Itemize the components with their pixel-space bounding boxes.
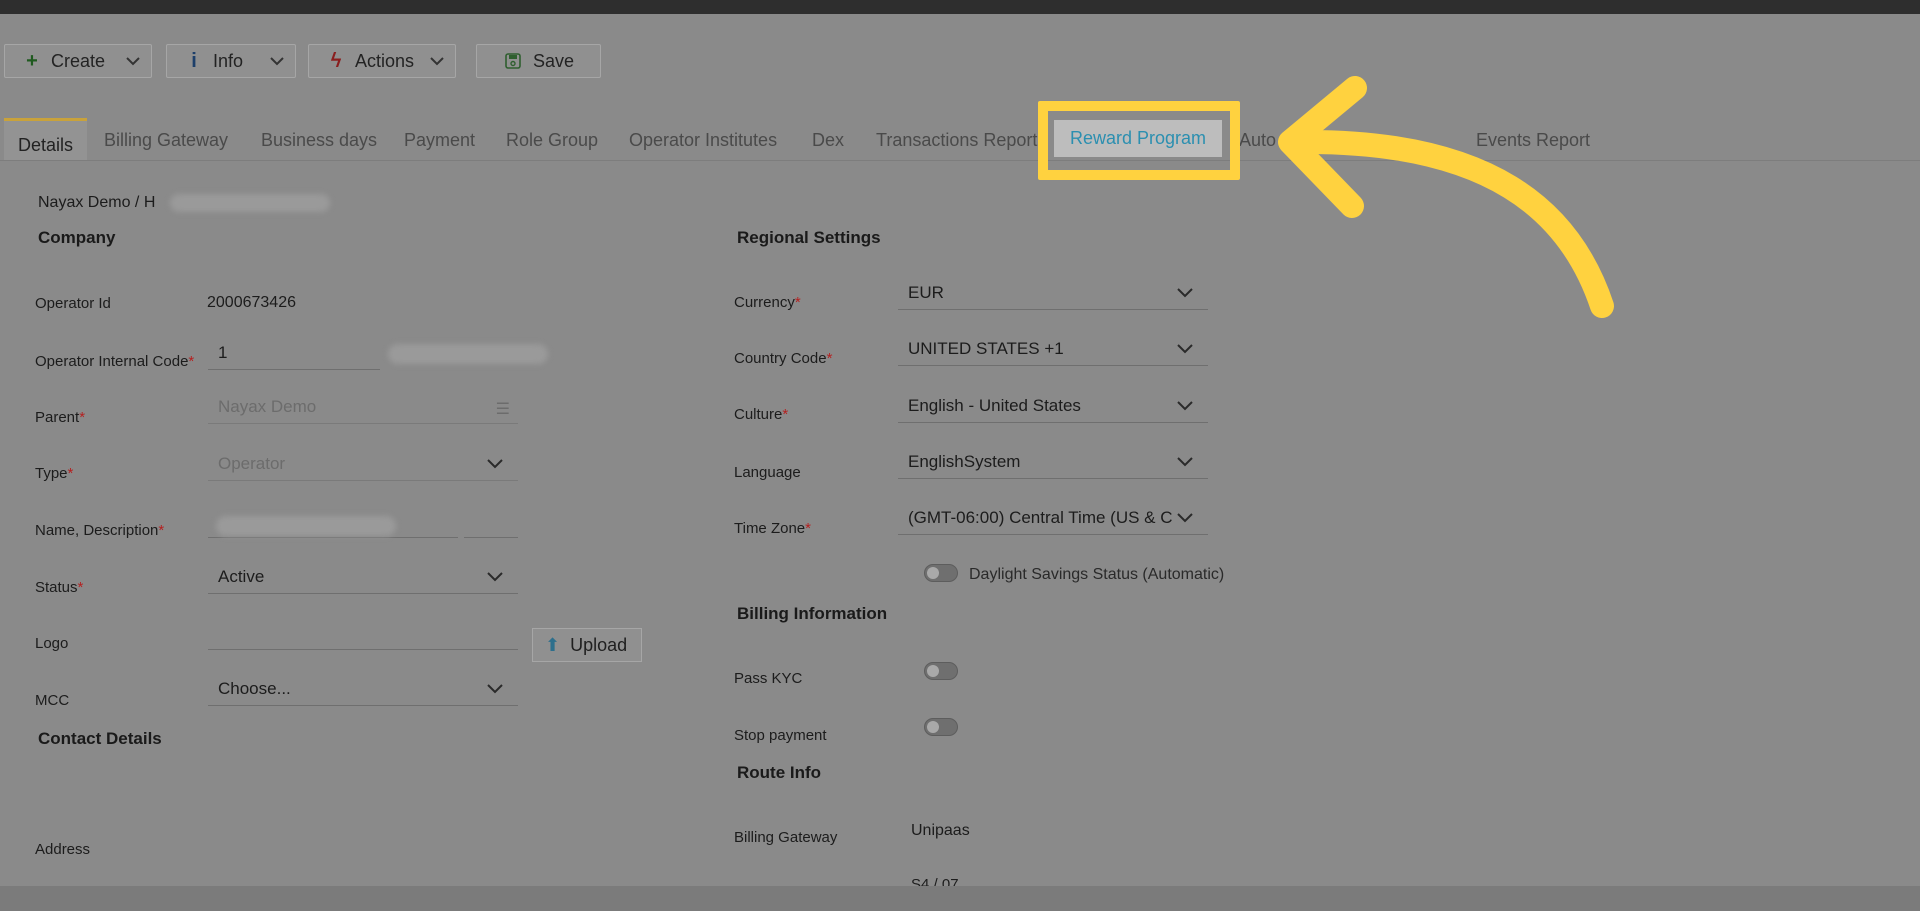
internal-code-input[interactable]: 1 (208, 340, 380, 370)
actions-label: Actions (355, 50, 415, 71)
daylight-savings-toggle[interactable] (924, 564, 958, 582)
pointer-arrow-icon (1278, 76, 1614, 318)
blurred-text (388, 344, 548, 364)
chevron-down-icon (430, 57, 444, 66)
upload-button[interactable]: ⬆ Upload (532, 628, 642, 662)
chevron-down-icon (270, 57, 284, 66)
create-label: Create (51, 50, 106, 71)
tab-bar: Details Billing Gateway Business days Pa… (0, 118, 1920, 161)
status-select[interactable]: Active (208, 564, 518, 594)
type-select[interactable]: Operator (208, 451, 518, 481)
description-input[interactable] (464, 508, 518, 538)
chevron-down-icon (1177, 457, 1193, 467)
regional-settings-title: Regional Settings (737, 228, 881, 247)
chevron-down-icon (1177, 344, 1193, 354)
country-code-select[interactable]: UNITED STATES +1 (898, 336, 1208, 366)
daylight-savings-label: Daylight Savings Status (Automatic) (969, 566, 1225, 583)
logo-label: Logo (35, 635, 69, 652)
chevron-down-icon (1177, 513, 1193, 523)
tab-details[interactable]: Details (4, 118, 88, 160)
time-zone-select[interactable]: (GMT-06:00) Central Time (US & C (898, 505, 1208, 535)
culture-label: Culture* (734, 406, 789, 423)
plus-icon: + (26, 49, 38, 72)
company-title: Company (38, 228, 116, 247)
parent-input[interactable]: Nayax Demo ☰ (208, 394, 518, 424)
parent-label: Parent* (35, 409, 86, 426)
mcc-label: MCC (35, 692, 70, 709)
tab-business-days[interactable]: Business days (261, 130, 377, 151)
blurred-text (216, 516, 396, 536)
info-icon: i (191, 49, 197, 72)
info-button[interactable]: i Info (166, 44, 296, 78)
lightning-icon: ϟ (330, 49, 342, 72)
chevron-down-icon (487, 459, 503, 469)
partial-value: S4 / 07 (911, 876, 959, 886)
chevron-down-icon (1177, 401, 1193, 411)
address-label: Address (35, 841, 91, 858)
currency-label: Currency* (734, 294, 801, 311)
chevron-down-icon (487, 572, 503, 582)
language-label: Language (734, 464, 801, 481)
operator-id-label: Operator Id (35, 295, 111, 312)
mcc-select[interactable]: Choose... (208, 676, 518, 706)
actions-button[interactable]: ϟ Actions (308, 44, 456, 78)
time-zone-label: Time Zone* (734, 520, 811, 537)
chevron-down-icon (487, 684, 503, 694)
currency-select[interactable]: EUR (898, 280, 1208, 310)
info-label: Info (213, 50, 244, 71)
status-label: Status* (35, 579, 84, 596)
tab-operator-institutes[interactable]: Operator Institutes (629, 130, 777, 151)
footer-strip (0, 886, 1920, 911)
save-icon (505, 53, 521, 69)
type-label: Type* (35, 465, 74, 482)
blurred-text (170, 194, 330, 212)
top-bar (0, 0, 1920, 14)
breadcrumb: Nayax Demo / H (38, 194, 156, 211)
culture-select[interactable]: English - United States (898, 393, 1208, 423)
stop-payment-label: Stop payment (734, 727, 827, 744)
tab-transactions-report[interactable]: Transactions Report (876, 130, 1037, 151)
internal-code-label: Operator Internal Code* (35, 353, 195, 370)
pass-kyc-label: Pass KYC (734, 670, 803, 687)
operator-id-value: 2000673426 (207, 294, 296, 311)
chevron-down-icon (126, 57, 140, 66)
upload-icon: ⬆ (545, 634, 561, 655)
upload-label: Upload (570, 634, 628, 655)
billing-gateway-label: Billing Gateway (734, 829, 838, 846)
country-code-label: Country Code* (734, 350, 833, 367)
pass-kyc-toggle[interactable] (924, 662, 958, 680)
billing-information-title: Billing Information (737, 604, 888, 623)
chevron-down-icon (1177, 288, 1193, 298)
save-label: Save (533, 50, 575, 71)
create-button[interactable]: + Create (4, 44, 152, 78)
save-button[interactable]: Save (476, 44, 601, 78)
tab-payment[interactable]: Payment (404, 130, 475, 151)
logo-input[interactable] (208, 620, 518, 650)
highlight-frame (1038, 101, 1240, 180)
tab-billing-gateway[interactable]: Billing Gateway (104, 130, 228, 151)
list-icon[interactable]: ☰ (496, 397, 510, 423)
stop-payment-toggle[interactable] (924, 718, 958, 736)
contact-details-title: Contact Details (38, 729, 162, 748)
language-select[interactable]: EnglishSystem (898, 449, 1208, 479)
tab-role-group[interactable]: Role Group (506, 130, 598, 151)
tab-dex[interactable]: Dex (812, 130, 844, 151)
billing-gateway-value: Unipaas (911, 822, 970, 839)
route-info-title: Route Info (737, 763, 822, 782)
name-description-label: Name, Description* (35, 522, 165, 539)
